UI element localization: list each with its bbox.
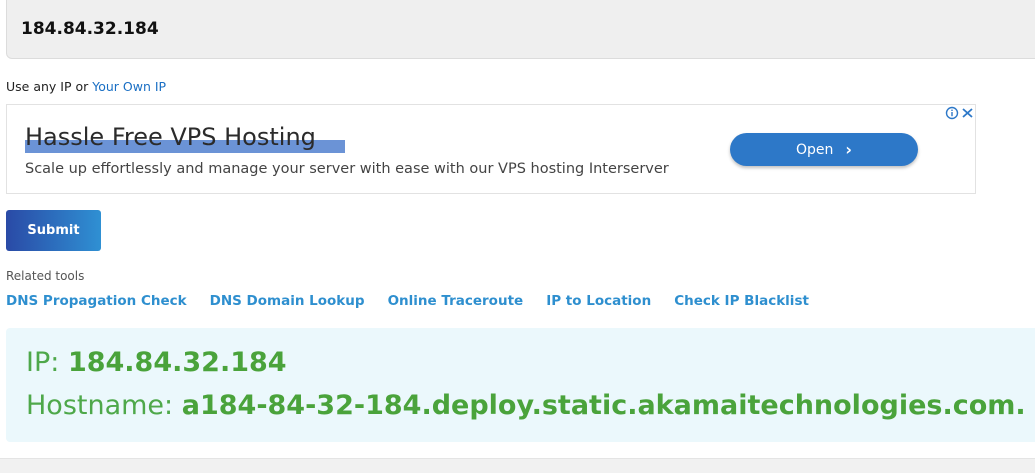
- ad-open-label: Open: [796, 141, 834, 158]
- related-link-dns-domain-lookup[interactable]: DNS Domain Lookup: [210, 293, 365, 309]
- ad-title[interactable]: Hassle Free VPS Hosting: [25, 122, 316, 152]
- hint-text: Use any IP or: [6, 79, 93, 94]
- related-tools-list: DNS Propagation Check DNS Domain Lookup …: [6, 293, 832, 309]
- ip-address-input[interactable]: [6, 0, 1035, 59]
- info-icon[interactable]: [945, 106, 959, 120]
- result-hostname-value: a184-84-32-184.deploy.static.akamaitechn…: [181, 390, 1026, 421]
- ad-banner[interactable]: Hassle Free VPS Hosting Scale up effortl…: [6, 104, 976, 194]
- lookup-result-panel: IP: 184.84.32.184 Hostname: a184-84-32-1…: [6, 328, 1035, 442]
- related-link-check-ip-blacklist[interactable]: Check IP Blacklist: [674, 293, 809, 309]
- result-ip-label: IP:: [26, 347, 68, 378]
- ad-description[interactable]: Scale up effortlessly and manage your se…: [25, 161, 669, 177]
- close-icon[interactable]: [960, 106, 975, 120]
- your-own-ip-link[interactable]: Your Own IP: [92, 79, 166, 94]
- result-hostname-label: Hostname:: [26, 390, 182, 421]
- ip-hint: Use any IP or Your Own IP: [6, 79, 166, 94]
- bottom-bar: [0, 458, 1035, 473]
- result-ip-value: 184.84.32.184: [67, 347, 287, 378]
- related-tools-label: Related tools: [6, 269, 85, 283]
- chevron-right-icon: ›: [845, 140, 852, 159]
- result-hostname-line: Hostname: a184-84-32-184.deploy.static.a…: [26, 390, 1026, 421]
- result-ip-line: IP: 184.84.32.184: [26, 347, 287, 378]
- ad-open-button[interactable]: Open ›: [730, 133, 918, 166]
- related-link-ip-to-location[interactable]: IP to Location: [546, 293, 651, 309]
- related-link-online-traceroute[interactable]: Online Traceroute: [388, 293, 524, 309]
- related-link-dns-propagation-check[interactable]: DNS Propagation Check: [6, 293, 187, 309]
- submit-button[interactable]: Submit: [6, 210, 101, 251]
